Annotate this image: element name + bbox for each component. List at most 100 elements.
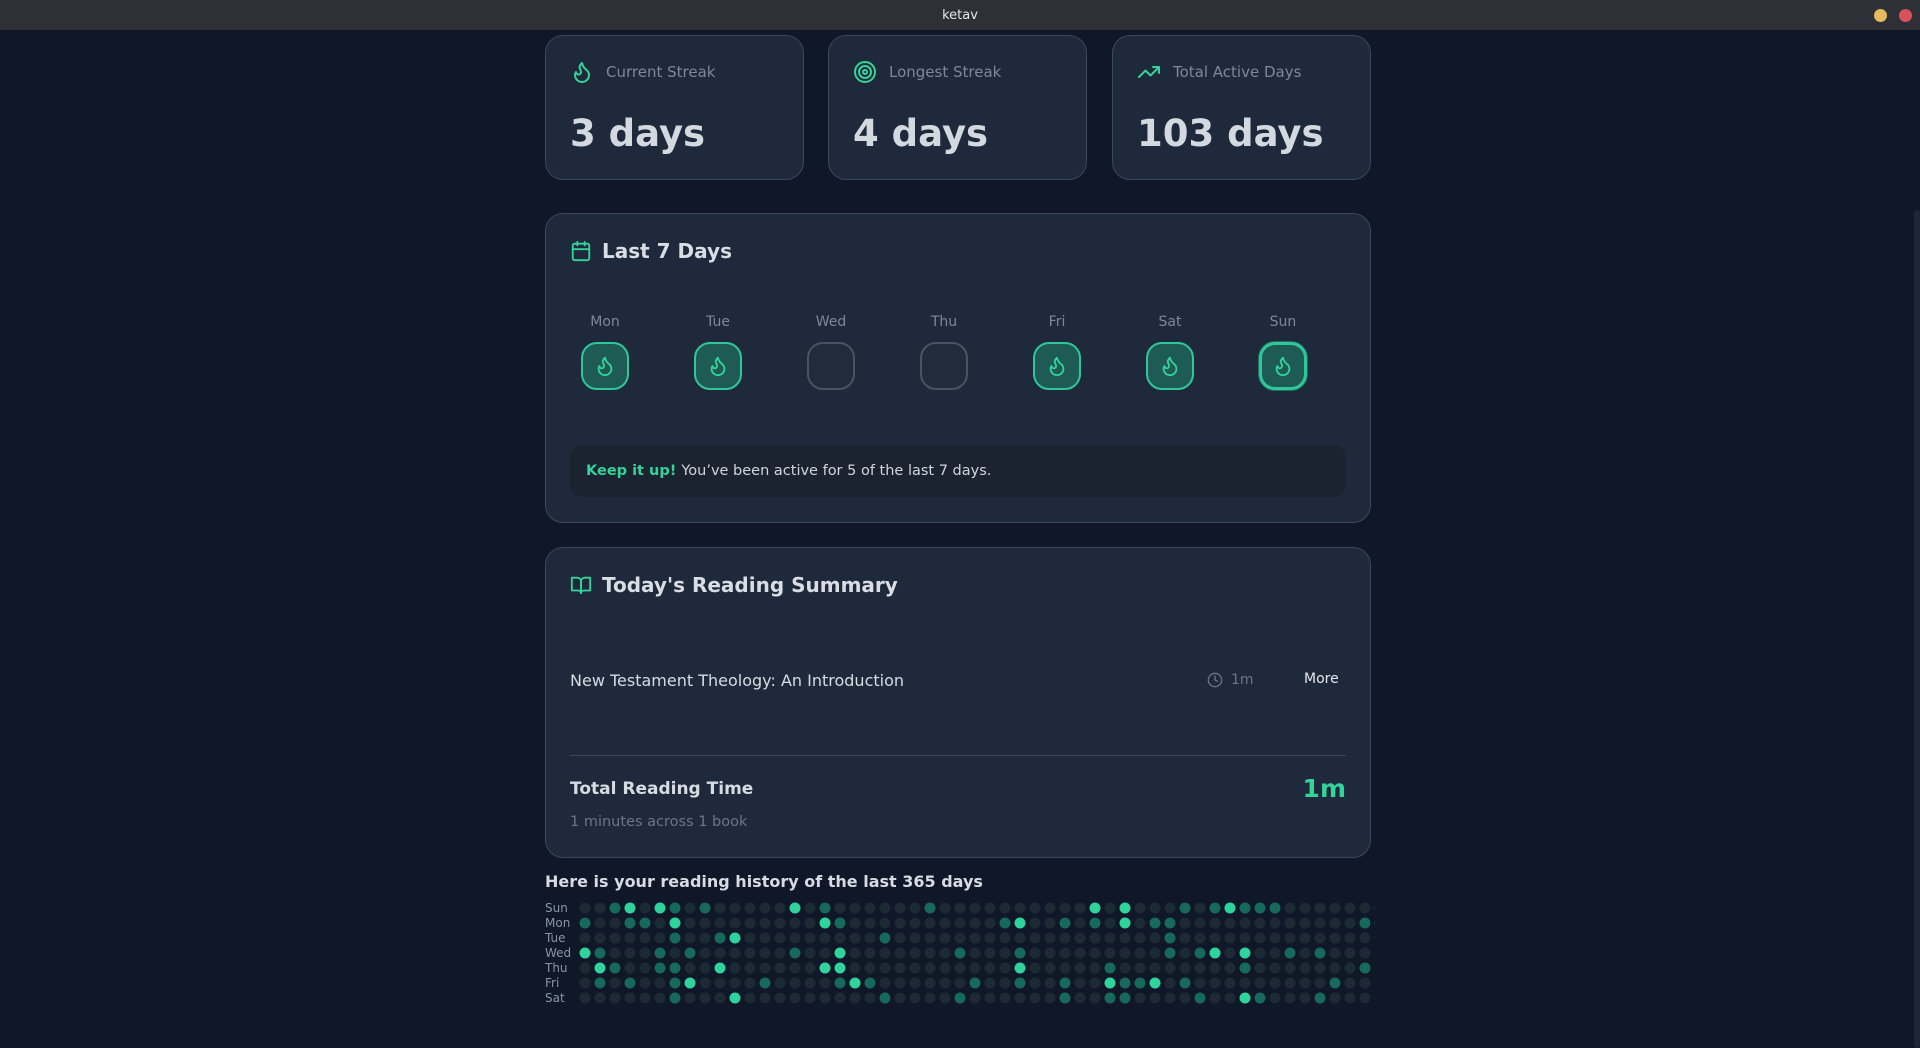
streak-message-text: You’ve been active for 5 of the last 7 d… [681, 463, 992, 479]
heatmap-day-cell [699, 992, 711, 1004]
heatmap-day-cell [669, 992, 681, 1004]
heatmap-day-cell [744, 947, 756, 959]
heatmap-day-cell [984, 977, 996, 989]
heatmap-day-cell [1284, 977, 1296, 989]
heatmap-day-cell [1149, 917, 1161, 929]
book-title[interactable]: New Testament Theology: An Introduction [570, 671, 904, 690]
heatmap-day-cell [1074, 977, 1086, 989]
heatmap-day-cell [789, 992, 801, 1004]
heatmap-day-cell [1089, 902, 1101, 914]
heatmap-day-cell [909, 947, 921, 959]
heatmap-day-cell [1224, 962, 1236, 974]
heatmap-day-cell [1164, 977, 1176, 989]
heatmap-day-cell [684, 992, 696, 1004]
flame-icon [1049, 356, 1065, 377]
heatmap-day-cell [594, 917, 606, 929]
book-row[interactable]: New Testament Theology: An Introduction … [570, 667, 1346, 693]
heatmap-day-cell [1029, 947, 1041, 959]
heatmap-day-cell [834, 947, 846, 959]
heatmap-day-cell [1374, 905, 1375, 911]
section-title: Last 7 Days [602, 239, 732, 263]
heatmap-day-cell [1209, 992, 1221, 1004]
heatmap-day-cell [1299, 992, 1311, 1004]
heatmap-day-cell [1239, 947, 1251, 959]
close-button[interactable] [1899, 9, 1912, 22]
heatmap-day-cell [774, 992, 786, 1004]
heatmap-day-cell [1029, 902, 1041, 914]
heatmap-day-cell [924, 977, 936, 989]
heatmap-day-cell [819, 977, 831, 989]
heatmap-day-cell [849, 977, 861, 989]
heatmap-day-cell [1374, 980, 1375, 986]
heatmap-day-cell [684, 917, 696, 929]
heatmap-day-cell [759, 902, 771, 914]
heatmap-day-cell [1119, 992, 1131, 1004]
heatmap-day-cell [729, 947, 741, 959]
heatmap-day-cell [819, 992, 831, 1004]
heatmap-day-cell [1119, 917, 1131, 929]
heatmap-day-cell [1014, 992, 1026, 1004]
heatmap-day-cell [699, 962, 711, 974]
heatmap-day-cell [819, 947, 831, 959]
minimize-button[interactable] [1874, 9, 1887, 22]
heatmap-day-cell [864, 902, 876, 914]
heatmap-day-cell [924, 932, 936, 944]
heatmap-day-cell [729, 992, 741, 1004]
target-icon [854, 61, 876, 83]
heatmap-day-cell [1164, 917, 1176, 929]
heatmap-day-cell [984, 947, 996, 959]
heatmap-day-cell [1194, 962, 1206, 974]
scrollbar[interactable] [1914, 210, 1920, 1048]
day-active-indicator [1146, 342, 1194, 390]
heatmap-day-cell [624, 902, 636, 914]
heatmap-day-cell [1059, 977, 1071, 989]
day-name: Sun [1269, 314, 1297, 330]
heatmap-day-cell [1209, 947, 1221, 959]
heatmap-day-cell [1299, 962, 1311, 974]
stat-value: 4 days [853, 112, 989, 155]
heatmap-day-cell [639, 947, 651, 959]
heatmap-day-cell [714, 992, 726, 1004]
heatmap-day-cell [1254, 947, 1266, 959]
heatmap-day-cell [1074, 917, 1086, 929]
more-button[interactable]: More [1296, 664, 1347, 694]
heatmap-day-cell [1014, 977, 1026, 989]
heatmap-day-cell [1284, 992, 1296, 1004]
heatmap-day-cell [1239, 962, 1251, 974]
heatmap-day-cell [969, 917, 981, 929]
day-active-indicator [1259, 342, 1307, 390]
day-name: Fri [1048, 314, 1066, 330]
heatmap-day-cell [744, 992, 756, 1004]
heatmap-row-label: Fri [545, 976, 560, 990]
heatmap-day-cell [834, 992, 846, 1004]
heatmap-day-cell [1359, 977, 1371, 989]
heatmap-day-cell [999, 932, 1011, 944]
heatmap-day-cell [1344, 992, 1356, 1004]
heatmap-day-cell [774, 977, 786, 989]
heatmap-day-cell [834, 962, 846, 974]
heatmap-day-cell [654, 902, 666, 914]
heatmap-day-cell [1134, 977, 1146, 989]
heatmap-day-cell [1269, 932, 1281, 944]
heatmap-day-cell [1194, 977, 1206, 989]
heatmap-day-cell [1344, 962, 1356, 974]
heatmap-day-cell [939, 992, 951, 1004]
heatmap-day-cell [654, 917, 666, 929]
heatmap-day-cell [1359, 962, 1371, 974]
heatmap-day-cell [864, 992, 876, 1004]
heatmap-day-cell [1104, 932, 1116, 944]
longest-streak-card: Longest Streak 4 days [828, 35, 1087, 180]
heatmap-day-cell [1224, 932, 1236, 944]
stat-label: Longest Streak [889, 63, 1002, 81]
heatmap-day-cell [879, 962, 891, 974]
heatmap-day-cell [1194, 932, 1206, 944]
heatmap-day-cell [1209, 917, 1221, 929]
heatmap-day-cell [1254, 977, 1266, 989]
heatmap-day-cell [939, 962, 951, 974]
heatmap-day-cell [1314, 932, 1326, 944]
day-inactive-indicator [920, 342, 968, 390]
heatmap-day-cell [1059, 932, 1071, 944]
heatmap-day-cell [1164, 992, 1176, 1004]
heatmap-day-cell [1179, 962, 1191, 974]
window-title: ketav [942, 7, 978, 23]
